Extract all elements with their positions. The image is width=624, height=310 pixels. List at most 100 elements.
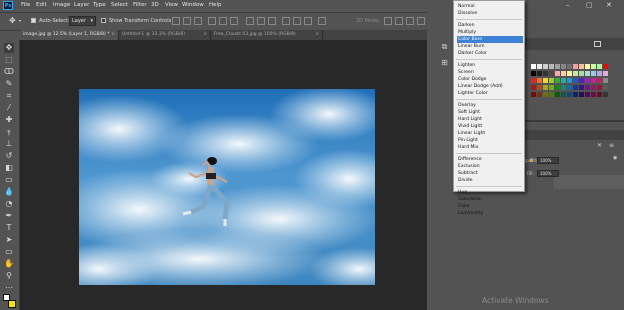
close-tab-icon[interactable]: × — [203, 30, 207, 40]
color-swatch[interactable] — [543, 85, 548, 90]
blend-mode-option[interactable]: Lighter Color — [457, 90, 523, 97]
3d-roll-icon[interactable] — [395, 17, 403, 25]
filter-toggle-icon[interactable]: ◉ — [613, 155, 617, 161]
blend-mode-option[interactable]: Vivid Light — [457, 123, 523, 130]
color-swatch[interactable] — [549, 64, 554, 69]
color-swatch[interactable] — [555, 71, 560, 76]
history-panel-icon[interactable]: ⧉ — [440, 42, 449, 51]
color-swatch[interactable] — [531, 92, 536, 97]
gradient-tool-icon[interactable]: ▭ — [4, 175, 14, 185]
blend-mode-option[interactable]: Lighten — [457, 62, 523, 69]
color-swatch[interactable] — [579, 92, 584, 97]
color-swatch[interactable] — [537, 92, 542, 97]
distribute-top-icon[interactable] — [246, 17, 254, 25]
color-swatch[interactable] — [579, 85, 584, 90]
type-tool-icon[interactable]: T — [4, 223, 14, 233]
color-swatch[interactable] — [591, 78, 596, 83]
move-tool-icon[interactable]: ✥ — [9, 17, 17, 25]
color-swatch[interactable] — [549, 71, 554, 76]
color-swatch[interactable] — [537, 78, 542, 83]
blend-mode-option[interactable]: Divide — [457, 177, 523, 184]
color-swatch[interactable] — [573, 78, 578, 83]
color-swatch[interactable] — [579, 64, 584, 69]
blend-mode-option[interactable]: Exclusion — [457, 163, 523, 170]
hand-tool-icon[interactable]: ✋ — [4, 259, 14, 269]
close-tab-icon[interactable]: × — [315, 30, 319, 40]
quick-select-tool-icon[interactable]: ✎ — [4, 79, 14, 89]
blend-mode-option[interactable]: Subtract — [457, 170, 523, 177]
brush-tool-icon[interactable]: ⲯ — [4, 127, 14, 137]
color-swatch[interactable] — [573, 85, 578, 90]
blend-mode-option[interactable]: Screen — [457, 69, 523, 76]
color-swatch[interactable] — [597, 71, 602, 76]
color-swatch[interactable] — [603, 85, 608, 90]
color-swatch[interactable] — [573, 64, 578, 69]
color-swatch[interactable] — [573, 71, 578, 76]
color-swatch[interactable] — [585, 85, 590, 90]
color-swatch[interactable] — [597, 78, 602, 83]
blend-mode-option[interactable]: Linear Dodge (Add) — [457, 83, 523, 90]
color-swatch[interactable] — [591, 92, 596, 97]
blend-mode-option[interactable]: Dissolve — [457, 10, 523, 17]
menu-edit[interactable]: Edit — [36, 2, 47, 8]
color-swatch[interactable] — [567, 85, 572, 90]
3d-pan-icon[interactable] — [406, 17, 414, 25]
healing-brush-tool-icon[interactable]: ✚ — [4, 115, 14, 125]
color-swatch[interactable] — [567, 64, 572, 69]
color-swatch[interactable] — [537, 85, 542, 90]
menu-view[interactable]: View — [165, 2, 178, 8]
color-swatch[interactable] — [603, 64, 608, 69]
color-swatch[interactable] — [555, 92, 560, 97]
color-swatch[interactable] — [597, 64, 602, 69]
more-tools-icon[interactable]: ⋯ — [4, 283, 14, 293]
auto-select-dropdown[interactable]: Layer ▾ — [69, 16, 96, 26]
minimize-icon[interactable]: – — [566, 1, 570, 9]
color-swatch[interactable] — [561, 92, 566, 97]
3d-slide-icon[interactable] — [417, 17, 425, 25]
dodge-tool-icon[interactable]: ◔ — [4, 199, 14, 209]
color-swatch[interactable] — [549, 85, 554, 90]
color-swatch[interactable] — [585, 92, 590, 97]
properties-panel-icon[interactable]: ⊞ — [440, 58, 449, 67]
color-swatch[interactable] — [543, 64, 548, 69]
color-swatch[interactable] — [597, 92, 602, 97]
color-swatch[interactable] — [537, 71, 542, 76]
panel-menu-icon[interactable]: ≡ — [609, 142, 614, 149]
distribute-bottom-icon[interactable] — [268, 17, 276, 25]
color-swatch[interactable] — [591, 71, 596, 76]
color-swatch[interactable] — [591, 64, 596, 69]
blend-mode-option[interactable]: Darker Color — [457, 50, 523, 57]
maximize-icon[interactable]: ▢ — [586, 1, 593, 9]
blend-mode-option[interactable]: Multiply — [457, 29, 523, 36]
color-swatch[interactable] — [549, 92, 554, 97]
canvas-image[interactable] — [79, 89, 375, 285]
close-panel-icon[interactable]: ✕ — [597, 142, 602, 149]
tab-image-jpg[interactable]: image.jpg @ 12.5% (Layer 1, RGB/8) * × — [20, 30, 119, 40]
opacity-field[interactable]: 100% — [537, 157, 559, 164]
color-swatch[interactable] — [543, 92, 548, 97]
background-color-swatch[interactable] — [8, 300, 16, 308]
blur-tool-icon[interactable]: 💧 — [4, 187, 14, 197]
menu-image[interactable]: Image — [53, 2, 70, 8]
blend-mode-option[interactable]: Color Dodge — [457, 76, 523, 83]
align-middle-icon[interactable] — [219, 17, 227, 25]
color-swatch[interactable] — [531, 78, 536, 83]
blend-mode-option[interactable]: Hue — [457, 189, 523, 196]
blend-mode-option[interactable]: Luminosity — [457, 210, 523, 217]
zoom-tool-icon[interactable]: ⚲ — [4, 271, 14, 281]
color-swatch[interactable] — [561, 71, 566, 76]
color-swatch[interactable] — [567, 78, 572, 83]
distribute-left-icon[interactable] — [282, 17, 290, 25]
color-swatch[interactable] — [543, 71, 548, 76]
menu-layer[interactable]: Layer — [74, 2, 89, 8]
color-swatch[interactable] — [567, 71, 572, 76]
blend-mode-option[interactable]: Hard Mix — [457, 144, 523, 151]
distribute-center-icon[interactable] — [293, 17, 301, 25]
align-right-icon[interactable] — [194, 17, 202, 25]
align-bottom-icon[interactable] — [230, 17, 238, 25]
blend-mode-option[interactable]: Color — [457, 203, 523, 210]
color-swatch[interactable] — [585, 64, 590, 69]
close-tab-icon[interactable]: × — [111, 30, 115, 40]
distribute-right-icon[interactable] — [304, 17, 312, 25]
color-swatch[interactable] — [573, 92, 578, 97]
